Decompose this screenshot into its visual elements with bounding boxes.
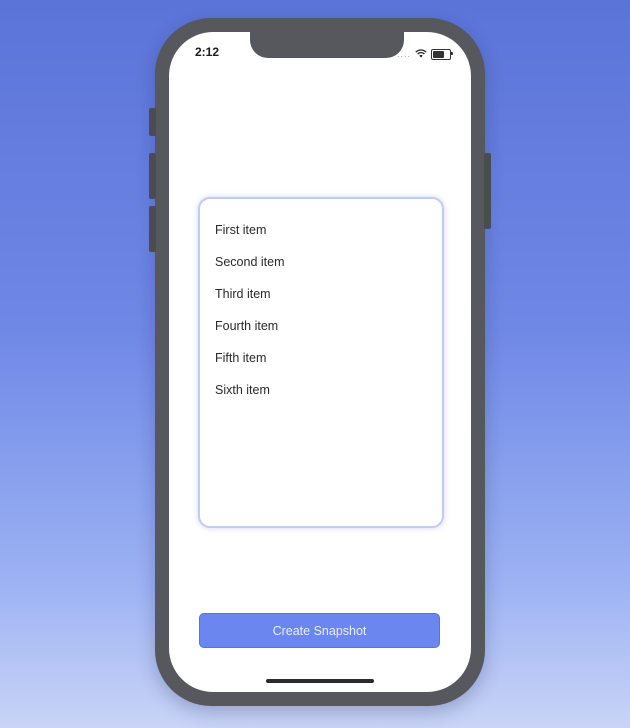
power-button	[484, 153, 491, 229]
phone-frame: 2:12 .... First item Second item Third i…	[149, 18, 491, 706]
create-snapshot-button[interactable]: Create Snapshot	[199, 613, 440, 648]
item-list[interactable]: First item Second item Third item Fourth…	[198, 197, 444, 528]
list-item[interactable]: Sixth item	[215, 381, 270, 399]
list-item[interactable]: Third item	[215, 285, 271, 303]
mute-switch	[149, 108, 156, 136]
wifi-icon	[415, 45, 427, 63]
status-time: 2:12	[195, 45, 220, 59]
list-item[interactable]: Fifth item	[215, 349, 266, 367]
phone-screen: 2:12 .... First item Second item Third i…	[169, 32, 471, 692]
volume-down-button	[149, 206, 156, 252]
notch	[250, 32, 404, 58]
list-item[interactable]: Second item	[215, 253, 284, 271]
home-indicator[interactable]	[266, 679, 374, 683]
signal-icon: ....	[396, 49, 411, 59]
list-item[interactable]: Fourth item	[215, 317, 278, 335]
volume-up-button	[149, 153, 156, 199]
status-bar-icons: ....	[396, 45, 453, 63]
battery-icon	[431, 48, 453, 60]
list-item[interactable]: First item	[215, 221, 266, 239]
